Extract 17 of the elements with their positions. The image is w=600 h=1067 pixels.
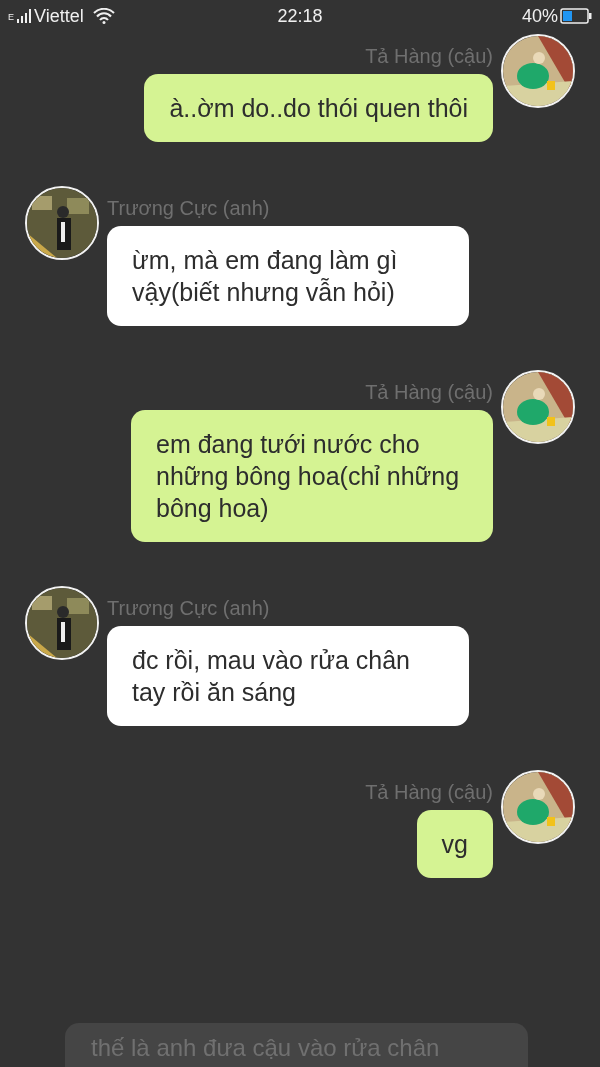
network-type: E (8, 11, 14, 22)
sender-name: Trương Cực (anh) (107, 596, 270, 621)
message-bubble: vg (416, 810, 493, 878)
sender-name: Trương Cực (anh) (107, 196, 270, 221)
message-bubble: ừm, mà em đang làm gì vậy(biết nhưng vẫn hỏi) (107, 226, 469, 326)
signal-icon (17, 9, 31, 23)
sender-name: Tả Hàng (cậu) (365, 44, 493, 69)
message-bubble: đc rồi, mau vào rửa chân tay rồi ăn sáng (107, 626, 469, 726)
carrier-name: Viettel (34, 5, 84, 27)
wifi-icon (92, 8, 115, 24)
message-bubble: em đang tưới nước cho những bông hoa(chỉ những bông hoa) (131, 410, 493, 542)
battery-icon (560, 8, 592, 24)
message-bubble: à..ờm do..do thói quen thôi (144, 74, 493, 142)
sender-name: Tả Hàng (cậu) (365, 780, 493, 805)
battery-percent: 40% (522, 5, 558, 27)
clock: 22:18 (276, 5, 324, 27)
sender-name: Tả Hàng (cậu) (365, 380, 493, 405)
